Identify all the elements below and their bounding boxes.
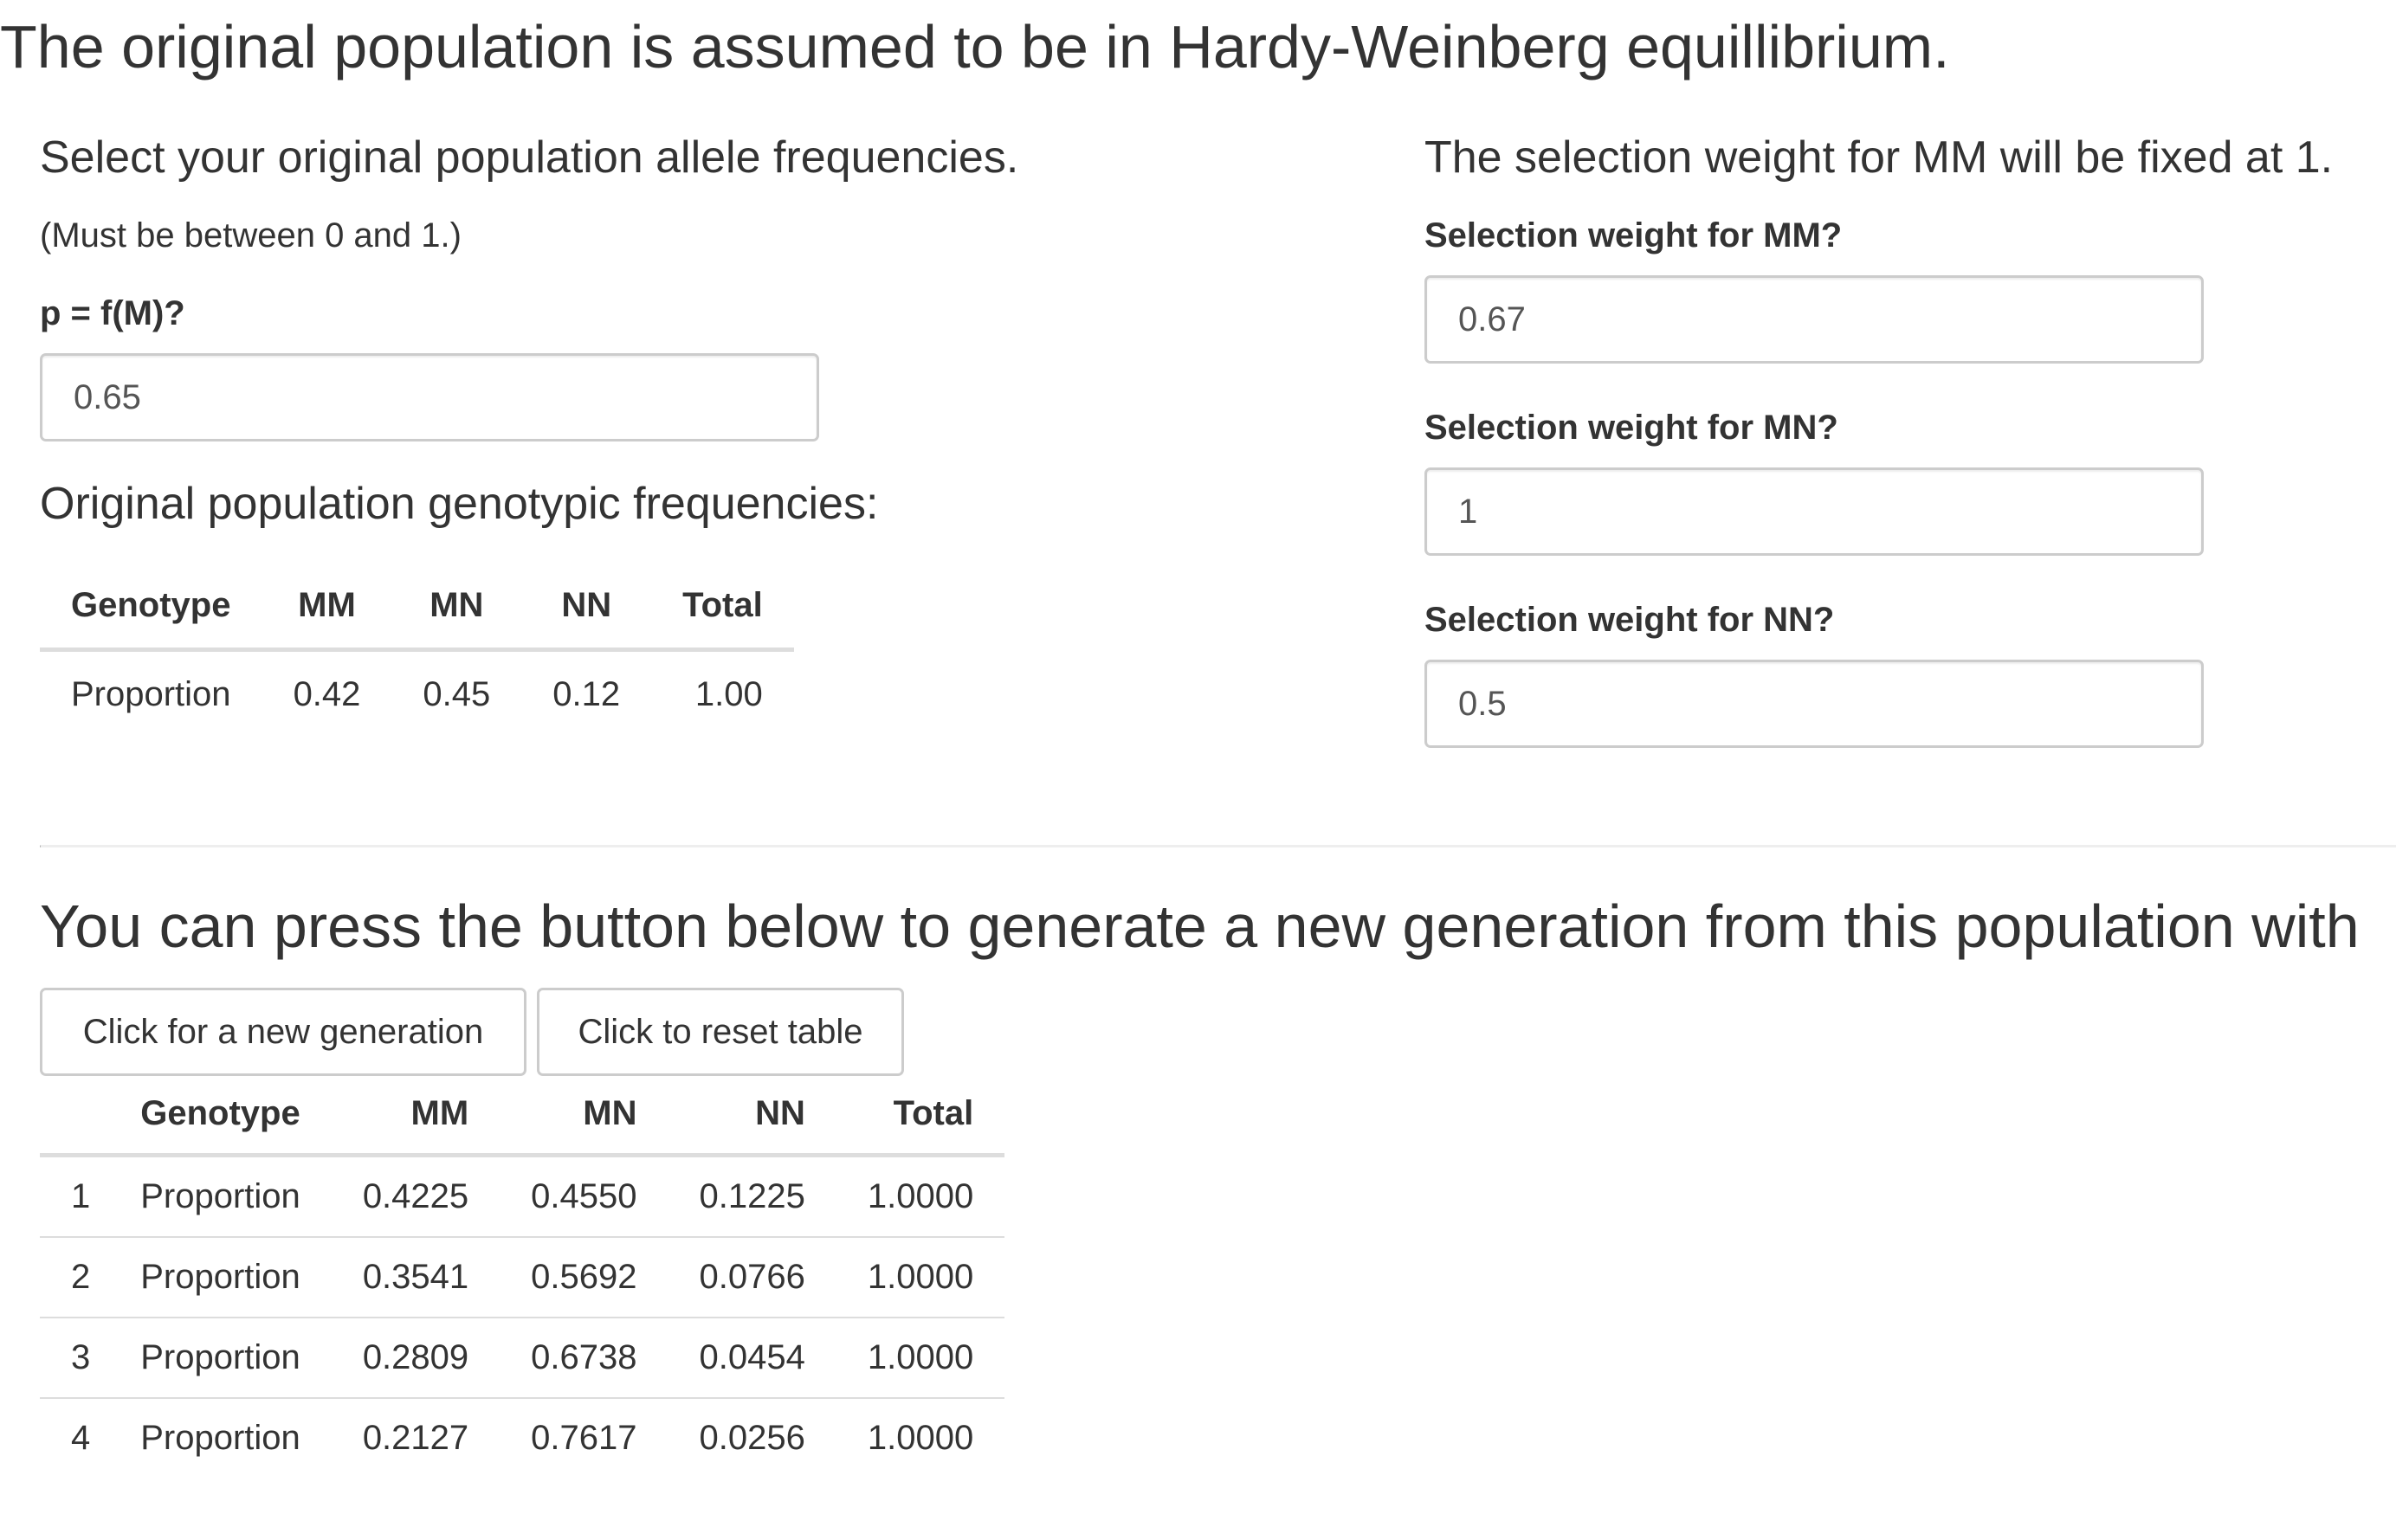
header-index: [40, 1073, 141, 1157]
cell-nn: 0.12: [552, 674, 621, 713]
allele-heading: Select your original population allele f…: [40, 132, 1019, 183]
mn-weight-input[interactable]: [1424, 467, 2204, 556]
app-page: The original population is assumed to be…: [0, 0, 2396, 1540]
selection-heading: The selection weight for MM will be fixe…: [1424, 132, 2334, 183]
generation-instructions: You can press the button below to genera…: [40, 892, 2360, 960]
p-label: p = f(M)?: [40, 294, 185, 332]
cell-index: 4: [71, 1419, 91, 1457]
page-title: The original population is assumed to be…: [0, 13, 1950, 81]
header-genotype: Genotype: [40, 563, 262, 652]
mm-weight-input[interactable]: [1424, 275, 2204, 364]
table-header-row: Genotype MM MN NN Total: [40, 1073, 1005, 1157]
cell-mm: 0.2127: [362, 1419, 469, 1457]
reset-table-button[interactable]: Click to reset table: [537, 988, 904, 1076]
mm-weight-label: Selection weight for MM?: [1424, 216, 1843, 255]
cell-genotype: Proportion: [140, 1318, 332, 1399]
cell-mn: 0.7617: [531, 1419, 637, 1457]
cell-mn: 0.5692: [500, 1237, 668, 1318]
header-mn: MN: [500, 1073, 668, 1157]
table-row: 3 Proportion 0.2809 0.6738 0.0454 1.0000: [40, 1318, 1005, 1399]
cell-genotype: Proportion: [140, 1237, 332, 1318]
cell-mn: 0.4550: [500, 1155, 668, 1238]
p-input[interactable]: [40, 353, 819, 441]
cell-nn: 0.0256: [699, 1419, 805, 1457]
table-row: 4 Proportion 0.2127 0.7617 0.0256 1.0000: [40, 1398, 1004, 1478]
table-header-row: Genotype MM MN NN Total: [40, 563, 794, 652]
cell-total: 1.0000: [867, 1419, 974, 1457]
cell-index: 2: [40, 1237, 141, 1318]
cell-genotype: Proportion: [71, 674, 231, 713]
allele-help-text: (Must be between 0 and 1.): [40, 216, 462, 255]
generations-table: Genotype MM MN NN Total 1 Proportion 0.4…: [40, 1073, 1005, 1478]
cell-nn: 0.1225: [668, 1155, 836, 1238]
cell-mm: 0.2809: [331, 1318, 501, 1399]
cell-mm: 0.42: [293, 674, 361, 713]
header-mm: MM: [331, 1073, 501, 1157]
original-genotypes-table: Genotype MM MN NN Total Proportion 0.42 …: [40, 563, 794, 737]
cell-genotype: Proportion: [140, 1155, 332, 1238]
cell-total: 1.00: [694, 674, 763, 713]
new-generation-button[interactable]: Click for a new generation: [40, 988, 526, 1076]
mn-weight-label: Selection weight for MN?: [1424, 409, 1838, 447]
cell-mm: 0.3541: [331, 1237, 501, 1318]
original-genotypes-heading: Original population genotypic frequencie…: [40, 479, 879, 529]
cell-nn: 0.0766: [668, 1237, 836, 1318]
nn-weight-input[interactable]: [1424, 660, 2204, 748]
cell-total: 1.0000: [836, 1237, 1005, 1318]
cell-mm: 0.4225: [331, 1155, 501, 1238]
header-total: Total: [651, 563, 794, 652]
cell-index: 3: [40, 1318, 141, 1399]
section-divider: [40, 845, 2396, 847]
header-genotype: Genotype: [140, 1073, 332, 1157]
cell-nn: 0.0454: [668, 1318, 836, 1399]
cell-genotype: Proportion: [140, 1419, 300, 1457]
table-row: 1 Proportion 0.4225 0.4550 0.1225 1.0000: [40, 1155, 1005, 1238]
cell-mn: 0.45: [423, 674, 491, 713]
header-mm: MM: [262, 563, 392, 652]
table-row: 2 Proportion 0.3541 0.5692 0.0766 1.0000: [40, 1237, 1005, 1318]
nn-weight-label: Selection weight for NN?: [1424, 601, 1835, 639]
cell-total: 1.0000: [836, 1318, 1005, 1399]
cell-total: 1.0000: [836, 1155, 1005, 1238]
header-total: Total: [836, 1073, 1005, 1157]
cell-mn: 0.6738: [500, 1318, 668, 1399]
table-row: Proportion 0.42 0.45 0.12 1.00: [40, 650, 794, 738]
cell-index: 1: [40, 1155, 141, 1238]
header-nn: NN: [668, 1073, 836, 1157]
header-mn: MN: [391, 563, 522, 652]
header-nn: NN: [521, 563, 652, 652]
